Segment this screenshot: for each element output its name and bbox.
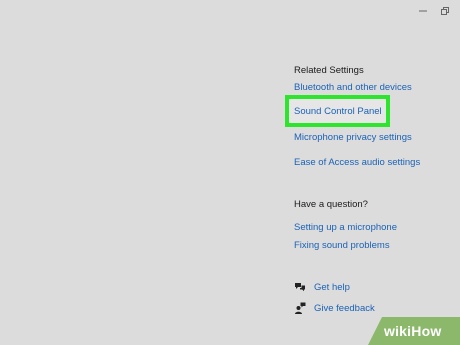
wikihow-logo-text: wikiHow [384,323,441,339]
microphone-privacy-link[interactable]: Microphone privacy settings [294,132,412,143]
sound-control-panel-link[interactable]: Sound Control Panel [294,106,382,117]
get-help-row[interactable]: Get help [294,281,350,293]
restore-icon [441,7,449,15]
chat-help-icon [294,281,306,293]
minimize-icon [419,10,427,12]
bluetooth-devices-link[interactable]: Bluetooth and other devices [294,82,412,93]
highlight-box: Sound Control Panel [285,95,390,127]
related-settings-title: Related Settings [294,65,364,76]
wikihow-logo-wiki: wiki [384,323,412,339]
get-help-link[interactable]: Get help [314,282,350,293]
setting-up-microphone-link[interactable]: Setting up a microphone [294,222,397,233]
minimize-button[interactable] [412,4,434,18]
feedback-person-icon [294,302,306,314]
give-feedback-link[interactable]: Give feedback [314,303,375,314]
ease-of-access-audio-link[interactable]: Ease of Access audio settings [294,157,420,168]
wikihow-logo-how: How [411,323,442,339]
fixing-sound-problems-link[interactable]: Fixing sound problems [294,240,390,251]
have-a-question-title: Have a question? [294,199,368,210]
give-feedback-row[interactable]: Give feedback [294,302,375,314]
restore-button[interactable] [434,4,456,18]
window-controls [412,4,456,18]
wikihow-watermark: wikiHow [368,317,460,345]
